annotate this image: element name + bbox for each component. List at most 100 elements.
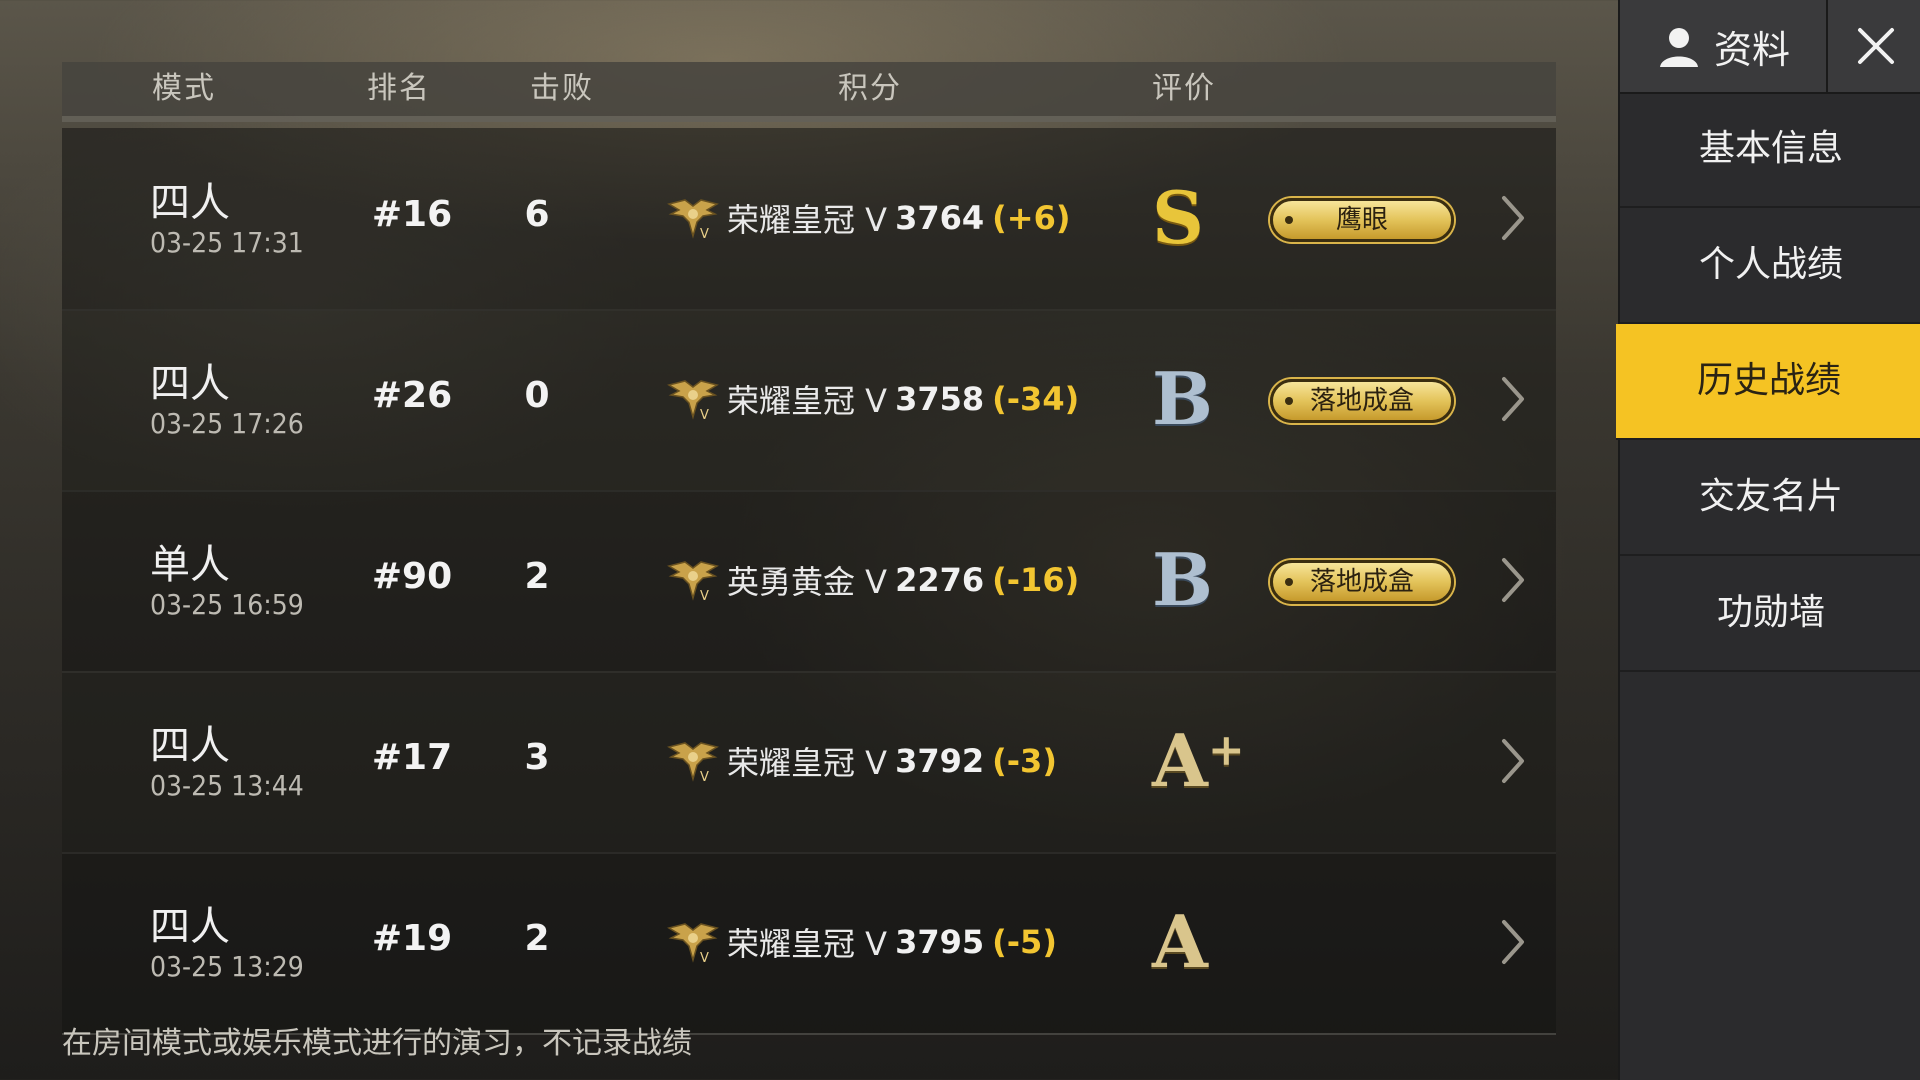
header-kills: 击败 [530,71,594,106]
row-mode: 四人 [150,904,230,950]
table-row[interactable]: 四人 03-25 13:29 #19 2 V 荣耀皇冠 V 3795 (-5) A [62,852,1556,1035]
wings-tier-icon: V [667,558,719,604]
row-score-value: 2276 [895,561,985,599]
row-mode: 四人 [150,723,230,769]
svg-text:V: V [700,589,709,602]
table-row[interactable]: 四人 03-25 17:31 #16 6 V 荣耀皇冠 V 3764 (+6) S 鹰眼 [62,128,1556,311]
row-tier: 荣耀皇冠 V [727,925,888,963]
row-badge: 落地成盒 [1270,560,1454,604]
row-tier: 英勇黄金 V [727,563,888,601]
table-row[interactable]: 单人 03-25 16:59 #90 2 V 英勇黄金 V 2276 (-16) B 落地成盒 [62,490,1556,673]
user-icon [1659,28,1698,67]
menu-item[interactable]: 历史战绩 [1616,324,1920,440]
row-grade: B [1152,540,1213,620]
row-score-delta: (-5) [992,923,1057,961]
profile-label: 资料 [1713,27,1790,72]
header-rank: 排名 [367,71,431,106]
row-grade-letter: B [1152,356,1213,441]
row-grade: B [1152,359,1213,439]
row-tier: 荣耀皇冠 V [727,201,888,239]
menu-item[interactable]: 个人战绩 [1620,208,1920,324]
row-rank: #16 [371,194,453,235]
row-score: V 荣耀皇冠 V 3795 (-5) [667,918,1057,966]
row-badge: 落地成盒 [1270,379,1454,423]
row-kills: 2 [524,918,550,959]
row-kills: 3 [524,737,550,778]
row-score-delta: (+6) [992,199,1071,237]
row-grade-letter: S [1152,175,1204,260]
row-mode: 四人 [150,361,230,407]
row-badge-label: 落地成盒 [1309,567,1414,597]
row-kills: 6 [524,194,550,235]
row-grade: A+ [1152,721,1245,801]
row-tier: 荣耀皇冠 V [727,382,888,420]
svg-text:V: V [700,951,709,964]
row-score: V 英勇黄金 V 2276 (-16) [667,556,1079,604]
wings-tier-icon: V [667,739,719,785]
menu-item[interactable]: 基本信息 [1620,92,1920,208]
row-score-delta: (-16) [992,561,1080,599]
chevron-right-icon[interactable] [1492,554,1532,606]
svg-text:V: V [700,408,709,421]
row-rank: #19 [371,918,453,959]
row-rank: #17 [371,737,453,778]
badge-dot [1285,216,1293,224]
row-grade: A [1152,902,1208,982]
row-time: 03-25 17:31 [150,226,304,259]
table-row[interactable]: 四人 03-25 13:44 #17 3 V 荣耀皇冠 V 3792 (-3) A+ [62,671,1556,854]
row-grade-plus: + [1207,725,1245,776]
row-time: 03-25 13:29 [150,950,304,983]
wings-tier-icon: V [667,196,719,242]
row-mode: 单人 [150,542,230,588]
row-badge-label: 鹰眼 [1335,205,1388,235]
chevron-right-icon[interactable] [1492,373,1532,425]
menu-item[interactable]: 功勋墙 [1620,556,1920,672]
menu-item[interactable]: 交友名片 [1620,440,1920,556]
wings-tier-icon: V [667,920,719,966]
row-time: 03-25 13:44 [150,769,304,802]
header-rating: 评价 [1152,71,1216,106]
chevron-right-icon[interactable] [1492,192,1532,244]
header-score: 积分 [838,71,902,106]
profile-tab[interactable]: 资料 [1620,0,1826,92]
row-score-value: 3764 [895,199,985,237]
chevron-right-icon[interactable] [1492,735,1532,787]
table-row[interactable]: 四人 03-25 17:26 #26 0 V 荣耀皇冠 V 3758 (-34) B 落地成盒 [62,309,1556,492]
badge-dot [1285,578,1293,586]
side-panel: 资料 基本信息 个人战绩 历史战绩 交友名片 功勋墙 [1616,0,1920,1080]
svg-text:V: V [700,227,709,240]
row-mode: 四人 [150,180,230,226]
row-badge: 鹰眼 [1270,198,1454,242]
row-grade-letter: A [1152,718,1208,803]
row-rank: #26 [371,375,453,416]
close-icon [1858,28,1894,64]
row-score-delta: (-3) [992,742,1057,780]
chevron-right-icon[interactable] [1492,916,1532,968]
badge-dot [1285,397,1293,405]
row-time: 03-25 17:26 [150,407,304,440]
row-score: V 荣耀皇冠 V 3758 (-34) [667,375,1079,423]
row-grade-letter: B [1152,537,1213,622]
row-tier: 荣耀皇冠 V [727,744,888,782]
row-grade-letter: A [1152,899,1208,984]
row-score-value: 3795 [895,923,985,961]
footer-note: 在房间模式或娱乐模式进行的演习，不记录战绩 [62,1026,692,1061]
row-rank: #90 [371,556,453,597]
close-button[interactable] [1826,0,1920,92]
row-badge-label: 落地成盒 [1309,386,1414,416]
table-header: 模式 排名 击败 积分 评价 [62,62,1556,122]
row-kills: 2 [524,556,550,597]
row-score: V 荣耀皇冠 V 3792 (-3) [667,737,1057,785]
row-kills: 0 [524,375,550,416]
row-score-delta: (-34) [992,380,1080,418]
history-table: 模式 排名 击败 积分 评价 四人 03-25 17:31 #16 6 V 荣耀皇冠 V3… [62,62,1556,1035]
svg-text:V: V [700,770,709,783]
row-time: 03-25 16:59 [150,588,304,621]
row-score: V 荣耀皇冠 V 3764 (+6) [667,194,1070,242]
header-mode: 模式 [152,71,216,106]
panel-header: 资料 [1620,0,1920,94]
row-score-value: 3758 [895,380,985,418]
wings-tier-icon: V [667,377,719,423]
row-score-value: 3792 [895,742,985,780]
row-grade: S [1152,178,1204,258]
